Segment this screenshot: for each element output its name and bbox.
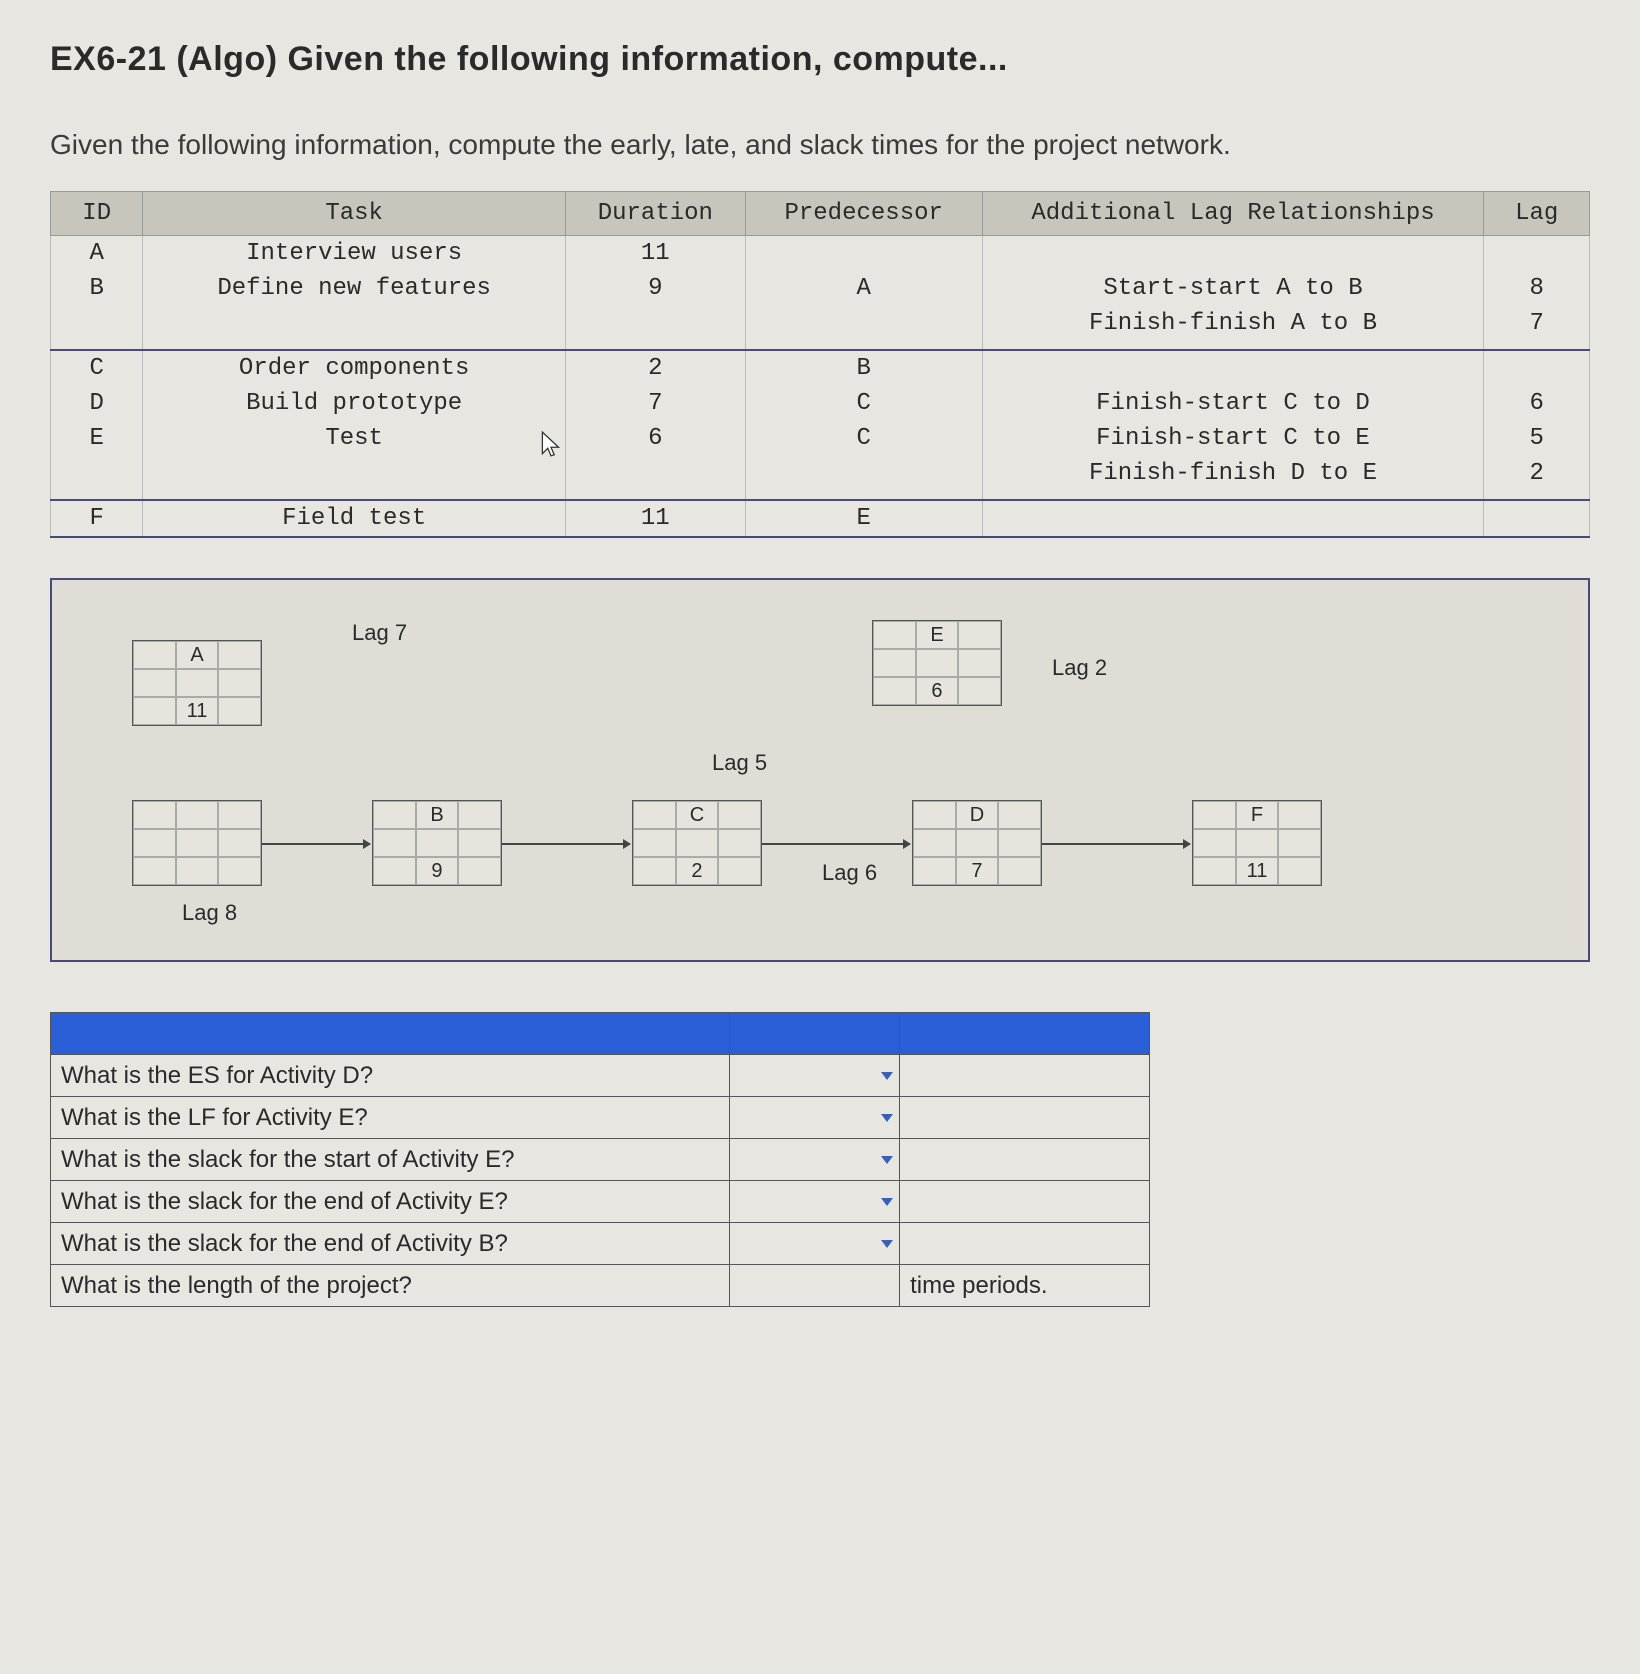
table-row: Finish-finish D to E2 xyxy=(51,456,1590,491)
question-row: What is the slack for the start of Activ… xyxy=(51,1139,1150,1181)
question-text: What is the slack for the end of Activit… xyxy=(51,1223,730,1265)
unit-text xyxy=(900,1055,1150,1097)
table-row: ETest6CFinish-start C to E5 xyxy=(51,421,1590,456)
question-row: What is the slack for the end of Activit… xyxy=(51,1181,1150,1223)
node-a-lower xyxy=(132,800,262,886)
unit-text: time periods. xyxy=(900,1265,1150,1307)
unit-text xyxy=(900,1097,1150,1139)
chevron-down-icon xyxy=(881,1072,893,1080)
chevron-down-icon xyxy=(881,1156,893,1164)
col-lag: Lag xyxy=(1484,192,1590,236)
intro-text: Given the following information, compute… xyxy=(50,129,1590,161)
col-relationships: Additional Lag Relationships xyxy=(982,192,1484,236)
node-d: D 7 xyxy=(912,800,1042,886)
col-duration: Duration xyxy=(565,192,745,236)
arrow xyxy=(262,843,370,845)
chevron-down-icon xyxy=(881,1114,893,1122)
node-e: E 6 xyxy=(872,620,1002,706)
arrow xyxy=(502,843,630,845)
page-title: EX6-21 (Algo) Given the following inform… xyxy=(50,40,1590,79)
table-row: COrder components2B xyxy=(51,350,1590,386)
activity-table: ID Task Duration Predecessor Additional … xyxy=(50,191,1590,538)
col-id: ID xyxy=(51,192,143,236)
lag-label-8: Lag 8 xyxy=(182,900,237,926)
question-text: What is the ES for Activity D? xyxy=(51,1055,730,1097)
node-c: C 2 xyxy=(632,800,762,886)
table-row: AInterview users11 xyxy=(51,236,1590,272)
arrow xyxy=(1042,843,1190,845)
lag-label-2: Lag 2 xyxy=(1052,655,1107,681)
answer-dropdown[interactable] xyxy=(730,1055,900,1097)
question-row: What is the slack for the end of Activit… xyxy=(51,1223,1150,1265)
unit-text xyxy=(900,1139,1150,1181)
question-row: What is the LF for Activity E? xyxy=(51,1097,1150,1139)
table-row: Finish-finish A to B7 xyxy=(51,306,1590,341)
question-text: What is the slack for the end of Activit… xyxy=(51,1181,730,1223)
unit-text xyxy=(900,1181,1150,1223)
network-diagram: A 11 B 9 C 2 E 6 D xyxy=(50,578,1590,962)
arrow xyxy=(762,843,910,845)
question-text: What is the length of the project? xyxy=(51,1265,730,1307)
question-text: What is the LF for Activity E? xyxy=(51,1097,730,1139)
node-f: F 11 xyxy=(1192,800,1322,886)
unit-text xyxy=(900,1223,1150,1265)
answer-input[interactable] xyxy=(730,1265,900,1307)
col-task: Task xyxy=(143,192,565,236)
question-text: What is the slack for the start of Activ… xyxy=(51,1139,730,1181)
questions-table: What is the ES for Activity D? What is t… xyxy=(50,1012,1150,1307)
col-predecessor: Predecessor xyxy=(745,192,982,236)
table-row: BDefine new features9AStart-start A to B… xyxy=(51,271,1590,306)
lag-label-5: Lag 5 xyxy=(712,750,767,776)
question-row: What is the ES for Activity D? xyxy=(51,1055,1150,1097)
question-row: What is the length of the project? time … xyxy=(51,1265,1150,1307)
lag-label-6: Lag 6 xyxy=(822,860,877,886)
table-row: FField test11E xyxy=(51,500,1590,537)
node-a: A 11 xyxy=(132,640,262,726)
node-b: B 9 xyxy=(372,800,502,886)
lag-label-7: Lag 7 xyxy=(352,620,407,646)
answer-dropdown[interactable] xyxy=(730,1223,900,1265)
table-row: DBuild prototype7CFinish-start C to D6 xyxy=(51,386,1590,421)
chevron-down-icon xyxy=(881,1198,893,1206)
answer-dropdown[interactable] xyxy=(730,1139,900,1181)
answer-dropdown[interactable] xyxy=(730,1097,900,1139)
chevron-down-icon xyxy=(881,1240,893,1248)
answer-dropdown[interactable] xyxy=(730,1181,900,1223)
